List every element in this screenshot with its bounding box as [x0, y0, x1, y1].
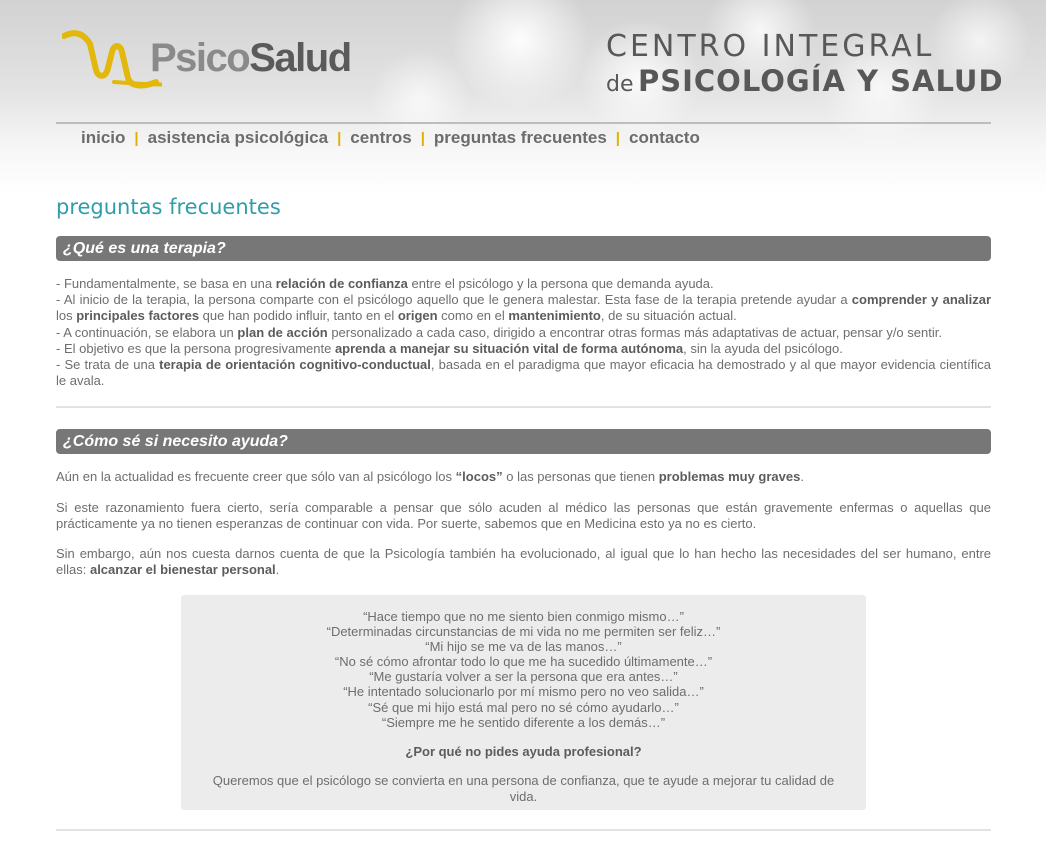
section-header-como-se-necesito-ayuda: ¿Cómo sé si necesito ayuda?	[56, 429, 991, 454]
emphasis-text: mantenimiento	[508, 308, 601, 324]
nav-separator: |	[420, 129, 425, 147]
logo-salud: Salud	[249, 36, 352, 80]
main-nav: inicio | asistencia psicológica | centro…	[81, 128, 700, 148]
quote-line: “No sé cómo afrontar todo lo que me ha s…	[334, 654, 713, 670]
emphasis-text: relación de confianza	[275, 276, 408, 291]
quote-line: “Me gustaría volver a ser la persona que…	[369, 669, 678, 685]
nav-item-inicio[interactable]: inicio	[81, 128, 125, 148]
quote-answer: Queremos que el psicólogo se convierta e…	[212, 772, 835, 804]
emphasis-text: aprenda a manejar su situación vital de …	[334, 340, 684, 356]
terapia-item: - Se trata de una terapia de orientación…	[56, 357, 991, 389]
ayuda-paragraph-1: Aún en la actualidad es frecuente creer …	[56, 469, 804, 484]
nav-separator: |	[615, 129, 620, 147]
terapia-item: - El objetivo es que la persona progresi…	[56, 340, 843, 356]
emphasis-text: principales factores	[76, 308, 200, 324]
nav-item-contacto[interactable]: contacto	[629, 128, 700, 148]
nav-item-asistencia-psicologica[interactable]: asistencia psicológica	[148, 128, 328, 148]
section-divider	[56, 406, 991, 408]
tagline-line-1: CENTRO INTEGRAL	[606, 29, 935, 64]
emphasis-text: problemas muy graves	[658, 469, 801, 484]
quotes-box: “Hace tiempo que no me siento bien conmi…	[181, 595, 866, 810]
nav-item-preguntas-frecuentes[interactable]: preguntas frecuentes	[434, 128, 607, 148]
nav-separator: |	[134, 129, 139, 147]
psicosalud-logo[interactable]: PsicoSalud	[62, 26, 362, 90]
terapia-description: - Fundamentalmente, se basa en una relac…	[56, 276, 991, 389]
quote-question: ¿Por qué no pides ayuda profesional?	[405, 743, 642, 759]
ayuda-paragraph-3: Sin embargo, aún nos cuesta darnos cuent…	[56, 546, 991, 578]
terapia-item: - A continuación, se elabora un plan de …	[56, 324, 942, 340]
logo-psico: Psico	[150, 36, 251, 80]
page-header: PsicoSalud CENTRO INTEGRAL de PSICOLOGÍA…	[0, 0, 1046, 200]
quote-line: “He intentado solucionarlo por mí mismo …	[343, 684, 704, 700]
nav-divider	[56, 122, 991, 124]
emphasis-text: alcanzar el bienestar personal	[89, 562, 276, 578]
site-tagline: CENTRO INTEGRAL de PSICOLOGÍA Y SALUD	[606, 29, 1003, 104]
logo-wordmark: PsicoSalud	[150, 36, 352, 80]
emphasis-text: terapia de orientación cognitivo-conduct…	[159, 357, 431, 373]
emphasis-text: comprender y analizar	[851, 292, 992, 308]
tagline-de: de	[606, 72, 634, 97]
quote-line: “Mi hijo se me va de las manos…”	[425, 639, 622, 655]
section-divider-bottom	[56, 829, 991, 831]
logo-swoosh-icon	[62, 30, 162, 89]
tagline-psicologia: PSICOLOGÍA Y SALUD	[637, 64, 1004, 98]
section-header-que-es-terapia: ¿Qué es una terapia?	[56, 236, 991, 261]
nav-separator: |	[337, 129, 342, 147]
emphasis-text: origen	[397, 308, 438, 324]
emphasis-text: “locos”	[455, 469, 503, 484]
page-title: preguntas frecuentes	[56, 195, 281, 219]
emphasis-text: plan de acción	[237, 324, 328, 340]
quote-line: “Siempre me he sentido diferente a los d…	[381, 714, 666, 730]
terapia-item: - Fundamentalmente, se basa en una relac…	[56, 276, 714, 291]
quote-line: “Determinadas circunstancias de mi vida …	[326, 624, 721, 640]
quote-line: “Sé que mi hijo está mal pero no sé cómo…	[368, 699, 679, 715]
tagline-line-2: de PSICOLOGÍA Y SALUD	[606, 64, 1003, 104]
nav-item-centros[interactable]: centros	[350, 128, 411, 148]
terapia-item: - Al inicio de la terapia, la persona co…	[56, 292, 992, 324]
ayuda-paragraph-2: Si este razonamiento fuera cierto, sería…	[56, 500, 991, 532]
quote-line: “Hace tiempo que no me siento bien conmi…	[363, 609, 684, 624]
